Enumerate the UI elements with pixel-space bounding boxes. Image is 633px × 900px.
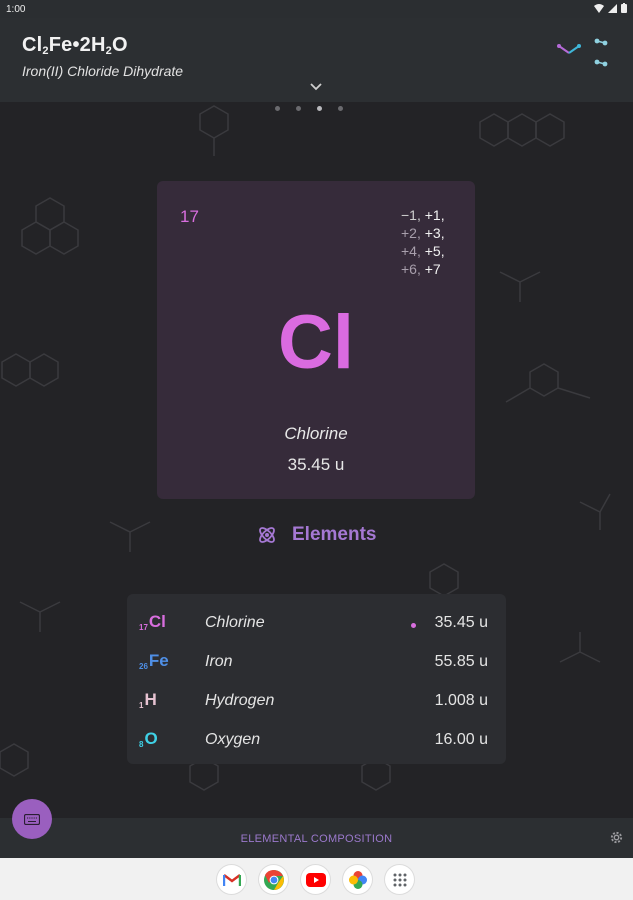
list-item-mass: 35.45 u xyxy=(434,614,488,631)
list-item[interactable]: 26Fe Iron 55.85 u xyxy=(127,641,506,680)
page-dot-active[interactable] xyxy=(317,106,322,111)
youtube-icon[interactable] xyxy=(301,865,330,894)
signal-icon xyxy=(608,3,617,13)
page-indicator[interactable] xyxy=(275,106,343,111)
taskbar xyxy=(0,858,633,900)
list-item[interactable]: 17Cl Chlorine 35.45 u xyxy=(127,602,506,641)
bottom-bar: ELEMENTAL COMPOSITION xyxy=(0,818,633,858)
element-card[interactable]: 17 −1, +1, +2, +3, +4, +5, +6, +7 Cl Chl… xyxy=(157,181,475,499)
list-item-mass: 16.00 u xyxy=(434,731,488,748)
element-name: Chlorine xyxy=(284,424,348,443)
list-item-name: Chlorine xyxy=(205,614,265,631)
list-item-mass: 55.85 u xyxy=(434,653,488,670)
selected-indicator xyxy=(411,623,416,628)
list-item-symbol: 1H xyxy=(139,690,157,710)
compound-name: Iron(II) Chloride Dihydrate xyxy=(22,63,184,79)
list-item-name: Iron xyxy=(205,653,233,670)
element-mass: 35.45 u xyxy=(287,455,345,474)
chrome-icon[interactable] xyxy=(259,865,288,894)
keyboard-fab-button[interactable] xyxy=(12,799,52,839)
element-symbol: Cl xyxy=(278,300,354,385)
gmail-icon[interactable] xyxy=(217,865,246,894)
atom-icon xyxy=(259,527,275,543)
wifi-icon xyxy=(594,3,604,13)
keyboard-icon xyxy=(24,813,40,825)
list-item-symbol: 8O xyxy=(139,729,158,749)
bottom-bar-caption[interactable]: ELEMENTAL COMPOSITION xyxy=(0,833,633,845)
section-title: Elements xyxy=(256,524,376,546)
gear-icon[interactable] xyxy=(609,830,624,845)
compound-formula: Cl2Fe•2H2O xyxy=(22,34,128,57)
page-dot[interactable] xyxy=(275,106,280,111)
list-item-symbol: 26Fe xyxy=(139,651,169,671)
chevron-down-icon[interactable] xyxy=(308,82,324,92)
list-item-symbol: 17Cl xyxy=(139,612,166,632)
status-time: 1:00 xyxy=(6,4,26,15)
system-icons xyxy=(594,3,627,13)
structure-view-icon[interactable] xyxy=(557,43,581,57)
app-drawer-icon[interactable] xyxy=(385,865,414,894)
list-item[interactable]: 1H Hydrogen 1.008 u xyxy=(127,680,506,719)
list-item-name: Hydrogen xyxy=(205,692,275,709)
molecule-3d-icon[interactable] xyxy=(592,36,610,72)
app-dock xyxy=(217,865,414,894)
page-dot[interactable] xyxy=(338,106,343,111)
status-bar: 1:00 xyxy=(0,0,633,18)
list-item[interactable]: 8O Oxygen 16.00 u xyxy=(127,719,506,758)
page-dot[interactable] xyxy=(296,106,301,111)
battery-icon xyxy=(621,3,627,13)
list-item-mass: 1.008 u xyxy=(434,692,488,709)
list-item-name: Oxygen xyxy=(205,731,261,748)
compound-header[interactable]: Cl2Fe•2H2O Iron(II) Chloride Dihydrate xyxy=(0,18,633,102)
atomic-number: 17 xyxy=(180,207,199,226)
photos-icon[interactable] xyxy=(343,865,372,894)
elements-list: 17Cl Chlorine 35.45 u 26Fe Iron 55.85 u … xyxy=(127,594,506,764)
oxidation-states: −1, +1, +2, +3, +4, +5, +6, +7 xyxy=(401,207,445,277)
section-title-label: Elements xyxy=(292,524,377,545)
